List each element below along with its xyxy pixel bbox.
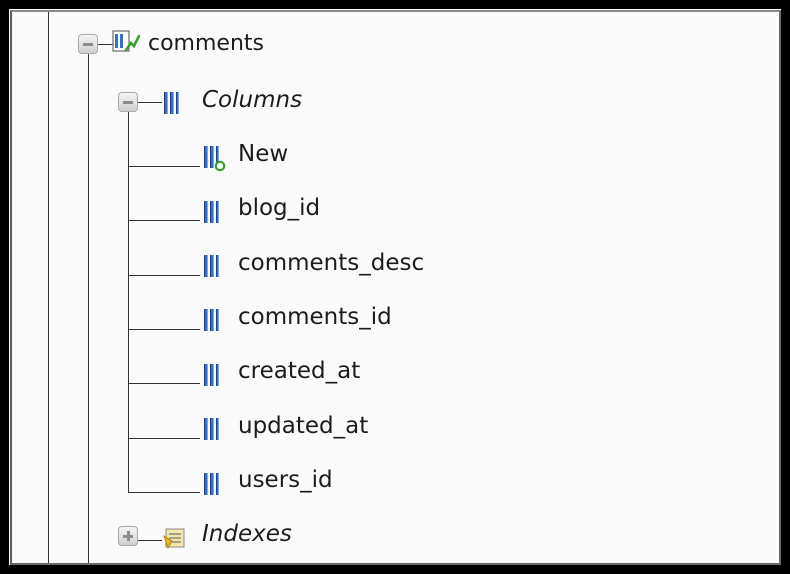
expand-indexes-toggle[interactable]	[118, 526, 138, 546]
column-comments-desc-label[interactable]: comments_desc	[238, 249, 424, 277]
collapse-columns-toggle[interactable]	[118, 92, 138, 112]
tree-connector	[128, 275, 200, 276]
column-updated-at-label[interactable]: updated_at	[238, 412, 368, 440]
column-blog-id-label[interactable]: blog_id	[238, 194, 320, 222]
schema-tree-panel: comments Columns New blog_id comments_de…	[10, 10, 781, 565]
indexes-folder-label[interactable]: Indexes	[202, 520, 292, 548]
collapse-table-toggle[interactable]	[78, 34, 98, 54]
table-icon	[112, 30, 140, 52]
tree-connector	[136, 540, 162, 541]
tree-connector	[128, 492, 200, 493]
column-icon	[204, 364, 219, 386]
column-icon	[204, 473, 219, 495]
column-icon	[204, 309, 219, 331]
tree-connector	[128, 220, 200, 221]
tree-guide-line	[88, 38, 89, 563]
tree-connector	[128, 438, 200, 439]
tree-guide-line	[128, 112, 129, 492]
column-icon	[204, 255, 219, 277]
tree-guide-line	[48, 12, 49, 563]
tree-connector	[136, 102, 162, 103]
tree-connector	[128, 166, 200, 167]
columns-folder-label[interactable]: Columns	[202, 86, 302, 114]
indexes-icon	[163, 528, 185, 549]
column-users-id-label[interactable]: users_id	[238, 466, 333, 494]
column-icon	[204, 201, 219, 223]
table-label[interactable]: comments	[148, 30, 264, 58]
column-comments-id-label[interactable]: comments_id	[238, 303, 392, 331]
columns-icon	[164, 92, 179, 114]
column-icon	[204, 418, 219, 440]
tree-connector	[128, 383, 200, 384]
tree-connector	[128, 329, 200, 330]
column-created-at-label[interactable]: created_at	[238, 357, 360, 385]
column-new-label[interactable]: New	[238, 140, 288, 168]
new-badge-icon	[214, 160, 226, 172]
